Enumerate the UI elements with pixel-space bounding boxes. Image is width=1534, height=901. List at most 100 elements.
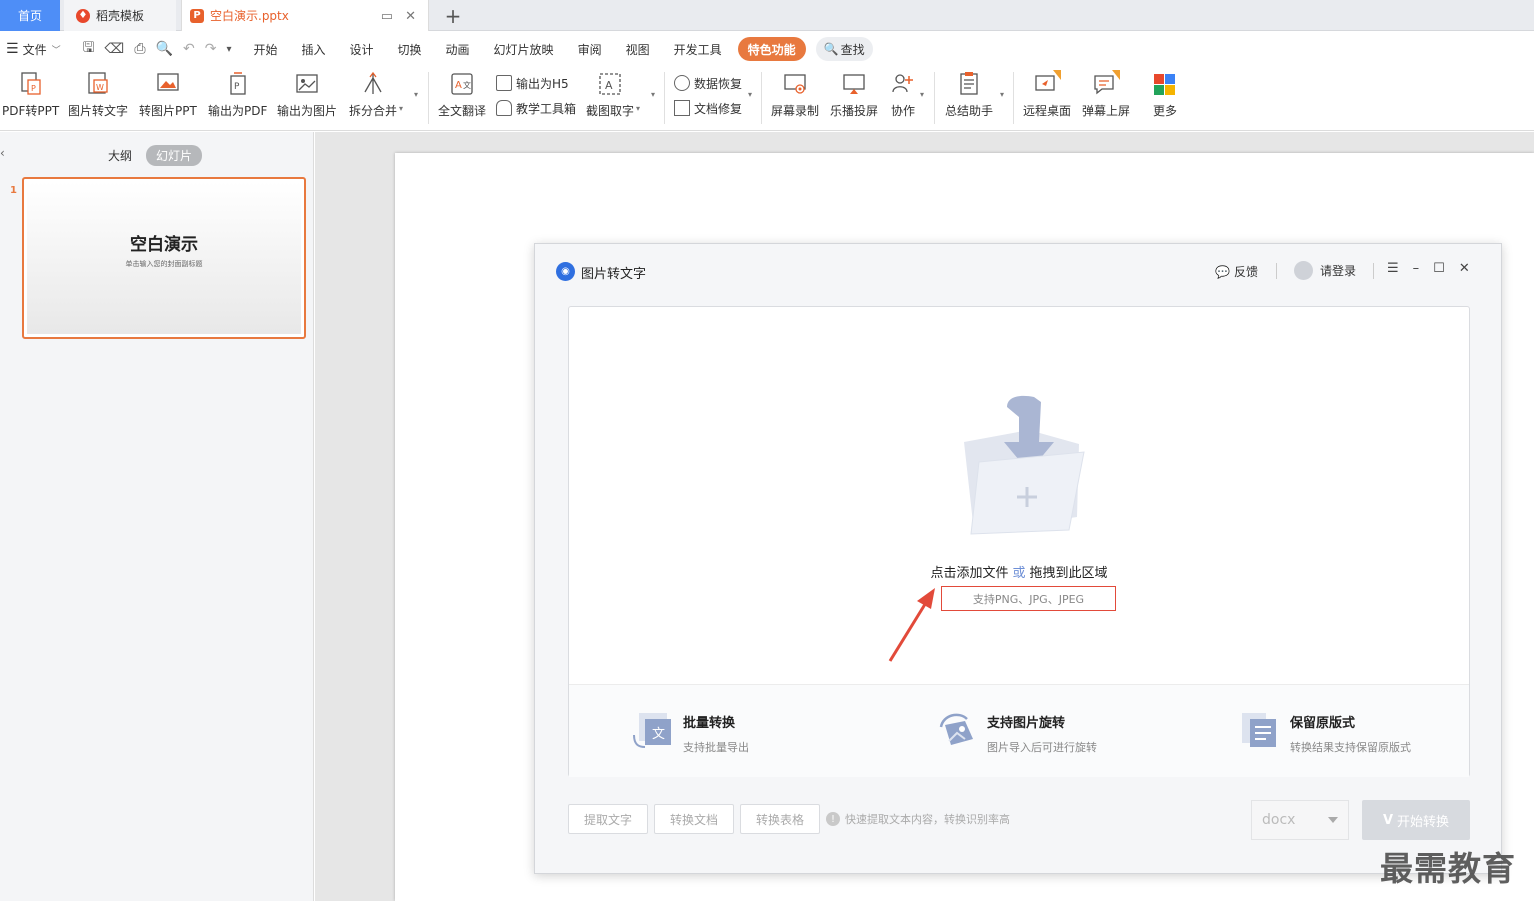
minimize-icon[interactable]: – xyxy=(1413,261,1420,276)
cast-icon xyxy=(843,74,865,94)
menu-item-special-features[interactable]: 特色功能 xyxy=(737,37,806,61)
feature-title: 批量转换 xyxy=(683,716,736,731)
ribbon-expand-icon[interactable]: ▾ xyxy=(1000,90,1004,99)
redo-icon[interactable]: ↷ xyxy=(205,41,217,57)
output-format-select[interactable]: docx xyxy=(1251,800,1349,840)
screenshot-dropdown-icon[interactable]: ▾ xyxy=(636,104,640,113)
feedback-button[interactable]: 💬 反馈 xyxy=(1215,263,1258,280)
image-to-text-button[interactable]: W 图片转文字 xyxy=(68,70,128,126)
image-to-text-icon: W xyxy=(88,72,108,94)
menu-item-slideshow[interactable]: 幻灯片放映 xyxy=(482,37,566,61)
menu-icon[interactable]: ☰ xyxy=(1387,261,1399,276)
feedback-label: 反馈 xyxy=(1233,265,1258,279)
doc-repair-button[interactable]: 文档修复 xyxy=(674,97,742,119)
menu-item-transition[interactable]: 切换 xyxy=(386,37,434,61)
file-drop-zone[interactable]: 点击添加文件或拖拽到此区域 支持PNG、JPG、JPEG 文 批量转换 支持批量导… xyxy=(568,306,1470,777)
print-preview-icon[interactable]: 🔍 xyxy=(156,41,173,57)
summary-assistant-button[interactable]: 总结助手 xyxy=(945,70,993,126)
svg-text:P: P xyxy=(234,82,240,92)
mode-hint: ! 快速提取文本内容，转换识别率高 xyxy=(826,811,1010,827)
more-button[interactable]: 更多 xyxy=(1151,70,1179,126)
teaching-toolbox-button[interactable]: 教学工具箱 xyxy=(496,97,576,119)
tab-float-icon[interactable]: ▭ xyxy=(381,9,393,24)
collaborate-button[interactable]: 协作 xyxy=(889,70,917,126)
collapse-panel-icon[interactable]: ‹ xyxy=(0,146,5,160)
h5-icon xyxy=(496,75,512,91)
image-ppt-icon xyxy=(157,73,179,91)
svg-text:文: 文 xyxy=(652,727,665,742)
export-pdf-button[interactable]: P 输出为PDF xyxy=(208,70,267,126)
ribbon-expand-icon[interactable]: ▾ xyxy=(414,90,418,99)
close-icon[interactable]: ✕ xyxy=(1459,261,1470,276)
ribbon-expand-icon[interactable]: ▾ xyxy=(748,90,752,99)
tab-document[interactable]: P 空白演示.pptx ▭ ✕ xyxy=(181,0,429,31)
maximize-icon[interactable]: ☐ xyxy=(1433,261,1445,276)
annotation-arrow-icon xyxy=(888,588,935,662)
button-label: 转换文档 xyxy=(669,812,718,827)
ribbon-separator xyxy=(664,72,665,124)
screenshot-ocr-button[interactable]: A 截图取字 xyxy=(586,70,634,126)
tab-document-label: 空白演示.pptx xyxy=(210,9,289,23)
start-convert-button[interactable]: V 开始转换 xyxy=(1362,800,1470,840)
ribbon-label: 转图片PPT xyxy=(139,104,197,118)
danmaku-button[interactable]: 弹幕上屏 xyxy=(1082,70,1130,126)
slide-thumbnail[interactable]: 空白演示 单击输入您的封面副标题 xyxy=(22,177,306,339)
remote-desktop-button[interactable]: 远程桌面 xyxy=(1023,70,1071,126)
ribbon-label: 教学工具箱 xyxy=(516,101,577,116)
login-button[interactable]: 请登录 xyxy=(1294,261,1356,280)
ribbon-expand-icon[interactable]: ▾ xyxy=(920,90,924,99)
data-recovery-button[interactable]: 数据恢复 xyxy=(674,72,742,94)
feature-layout: 保留原版式 转换结果支持保留原版式 xyxy=(1238,709,1411,755)
feature-rotate: 支持图片旋转 图片导入后可进行旋转 xyxy=(935,709,1097,755)
tab-slides[interactable]: 幻灯片 xyxy=(146,145,203,166)
cast-screen-button[interactable]: 乐播投屏 xyxy=(830,70,878,126)
format-painter-icon[interactable]: ⌫ xyxy=(105,41,125,57)
info-icon: ! xyxy=(826,812,840,826)
menu-item-label: 动画 xyxy=(445,42,470,57)
recovery-icon xyxy=(674,75,690,91)
tab-outline[interactable]: 大纲 xyxy=(108,147,132,164)
customize-toolbar-icon[interactable]: ▾ xyxy=(226,44,231,55)
tab-template[interactable]: ♦ 稻壳模板 xyxy=(64,0,176,31)
slide-number: 1 xyxy=(10,185,17,196)
menu-item-view[interactable]: 视图 xyxy=(614,37,662,61)
menu-item-start[interactable]: 开始 xyxy=(241,37,289,61)
export-image-button[interactable]: 输出为图片 xyxy=(277,70,337,126)
pdf-to-ppt-button[interactable]: P PDF转PPT xyxy=(2,70,59,126)
find-button[interactable]: 🔍 查找 xyxy=(815,37,873,61)
tab-template-label: 稻壳模板 xyxy=(96,9,145,23)
full-translate-button[interactable]: A文 全文翻译 xyxy=(438,70,486,126)
menu-item-animation[interactable]: 动画 xyxy=(434,37,482,61)
export-h5-button[interactable]: 输出为H5 xyxy=(496,72,569,94)
print-icon[interactable]: ⎙ xyxy=(134,41,145,57)
ribbon-label: 乐播投屏 xyxy=(830,104,879,118)
image-ppt-button[interactable]: 转图片PPT xyxy=(139,70,197,126)
avatar xyxy=(1294,261,1313,280)
extract-text-button[interactable]: 提取文字 xyxy=(568,804,648,834)
tab-home[interactable]: 首页 xyxy=(0,0,60,31)
menu-item-review[interactable]: 审阅 xyxy=(566,37,614,61)
ribbon-label: 数据恢复 xyxy=(694,76,743,91)
save-icon[interactable]: 🖫 xyxy=(83,37,95,61)
screen-record-icon xyxy=(784,74,806,94)
ribbon-expand-icon[interactable]: ▾ xyxy=(651,90,655,99)
convert-table-button[interactable]: 转换表格 xyxy=(740,804,820,834)
summary-icon xyxy=(960,72,978,95)
menu-item-design[interactable]: 设计 xyxy=(338,37,386,61)
split-merge-button[interactable]: 拆分合并 xyxy=(349,70,397,126)
convert-document-button[interactable]: 转换文档 xyxy=(654,804,734,834)
feature-desc: 图片导入后可进行旋转 xyxy=(987,741,1097,754)
menu-item-insert[interactable]: 插入 xyxy=(289,37,337,61)
tab-close-icon[interactable]: ✕ xyxy=(405,9,416,24)
add-file-label[interactable]: 点击添加文件 xyxy=(930,566,1008,581)
login-label: 请登录 xyxy=(1320,264,1357,278)
tab-bar: 首页 ♦ 稻壳模板 P 空白演示.pptx ▭ ✕ + xyxy=(0,0,1534,31)
file-menu[interactable]: ☰ 文件 ﹀ xyxy=(0,37,73,61)
split-merge-dropdown-icon[interactable]: ▾ xyxy=(399,104,403,113)
menu-item-devtools[interactable]: 开发工具 xyxy=(662,37,734,61)
file-menu-label: 文件 xyxy=(22,42,47,57)
undo-icon[interactable]: ↶ xyxy=(183,41,195,57)
menu-item-label: 视图 xyxy=(625,42,650,57)
screen-record-button[interactable]: 屏幕录制 xyxy=(771,70,819,126)
new-tab-button[interactable]: + xyxy=(443,4,463,28)
